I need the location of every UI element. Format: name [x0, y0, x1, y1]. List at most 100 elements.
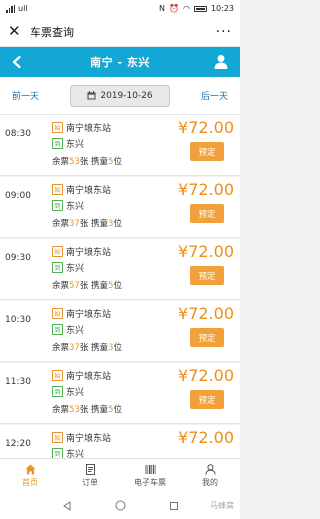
- date-picker[interactable]: 2019-10-26: [70, 84, 170, 107]
- recents-square-icon[interactable]: [169, 501, 179, 511]
- seat-info: 余票53张 携童5位: [52, 155, 122, 167]
- child-unit: 位: [113, 219, 122, 229]
- back-triangle-icon[interactable]: [62, 500, 72, 511]
- departure-time: 08:30: [5, 129, 31, 139]
- wechat-page-title: 车票查询: [30, 25, 74, 39]
- user-icon[interactable]: [214, 54, 228, 69]
- tab-home[interactable]: 首页: [0, 459, 60, 492]
- prev-day-link[interactable]: 前一天: [12, 89, 39, 102]
- back-icon[interactable]: [10, 55, 24, 69]
- tab-e-ticket-label: 电子车票: [134, 477, 166, 487]
- date-navigation: 前一天 2019-10-26 后一天: [0, 77, 240, 115]
- child-unit: 位: [113, 405, 122, 415]
- origin-tag: 始: [52, 308, 63, 319]
- android-nav-bar: [0, 492, 240, 519]
- destination-name: 东兴: [66, 326, 85, 336]
- status-bar: ull N ⏰ ◠ 10:23: [0, 0, 240, 17]
- origin-station: 始南宁埌东站: [52, 245, 111, 258]
- origin-tag: 始: [52, 122, 63, 133]
- destination-name: 东兴: [66, 140, 85, 150]
- origin-station: 始南宁埌东站: [52, 121, 111, 134]
- selected-date: 2019-10-26: [100, 90, 153, 101]
- book-button[interactable]: 预定: [190, 204, 224, 223]
- destination-tag: 到: [52, 386, 63, 397]
- ticket-price: ¥72.00: [178, 180, 234, 199]
- origin-name: 南宁埌东站: [66, 124, 112, 134]
- origin-tag: 始: [52, 246, 63, 257]
- book-button[interactable]: 预定: [190, 142, 224, 161]
- origin-station: 始南宁埌东站: [52, 307, 111, 320]
- departure-time: 12:20: [5, 439, 31, 449]
- tab-orders[interactable]: 订单: [60, 459, 120, 492]
- child-label: 张 携童: [79, 281, 109, 291]
- destination-station: 到东兴: [52, 385, 84, 398]
- home-circle-icon[interactable]: [115, 500, 126, 511]
- seat-info: 余票37张 携童3位: [52, 217, 122, 229]
- seat-info: 余票53张 携童5位: [52, 403, 122, 415]
- user-icon: [205, 463, 215, 475]
- signal-icon: [6, 4, 15, 13]
- tab-home-label: 首页: [22, 477, 38, 487]
- seat-info: 余票57张 携童5位: [52, 279, 122, 291]
- destination-name: 东兴: [66, 264, 85, 274]
- route-title: 南宁 - 东兴: [90, 56, 150, 69]
- ticket-row: 09:00 始南宁埌东站 到东兴 余票37张 携童3位 ¥72.00 预定: [0, 177, 240, 238]
- tab-profile[interactable]: 我的: [180, 459, 240, 492]
- child-unit: 位: [113, 281, 122, 291]
- destination-tag: 到: [52, 138, 63, 149]
- ticket-row: 09:30 始南宁埌东站 到东兴 余票57张 携童5位 ¥72.00 预定: [0, 239, 240, 300]
- wifi-icon: ◠: [182, 4, 190, 13]
- book-button[interactable]: 预定: [190, 266, 224, 285]
- departure-time: 10:30: [5, 315, 31, 325]
- signal-text: ull: [18, 4, 28, 13]
- bottom-tab-bar: 首页 订单 电子车票 我的: [0, 458, 240, 492]
- origin-station: 始南宁埌东站: [52, 431, 111, 444]
- destination-tag: 到: [52, 200, 63, 211]
- status-left: ull: [6, 4, 28, 13]
- origin-tag: 始: [52, 184, 63, 195]
- remaining-count: 37: [69, 343, 80, 353]
- close-icon[interactable]: ✕: [8, 24, 24, 39]
- more-icon[interactable]: ···: [216, 24, 232, 40]
- book-button[interactable]: 预定: [190, 328, 224, 347]
- remaining-count: 53: [69, 405, 80, 415]
- status-right: N ⏰ ◠ 10:23: [159, 4, 234, 13]
- ticket-price: ¥72.00: [178, 366, 234, 385]
- remaining-label: 余票: [52, 281, 70, 291]
- origin-tag: 始: [52, 432, 63, 443]
- alarm-icon: ⏰: [168, 4, 179, 13]
- destination-tag: 到: [52, 324, 63, 335]
- order-icon: [85, 463, 95, 475]
- home-icon: [25, 464, 35, 474]
- child-unit: 位: [113, 157, 122, 167]
- child-label: 张 携童: [79, 405, 109, 415]
- departure-time: 09:00: [5, 191, 31, 201]
- destination-station: 到东兴: [52, 261, 84, 274]
- ticket-price: ¥72.00: [178, 428, 234, 447]
- origin-station: 始南宁埌东站: [52, 183, 111, 196]
- origin-station: 始南宁埌东站: [52, 369, 111, 382]
- child-unit: 位: [113, 343, 122, 353]
- wechat-title-bar: ✕ 车票查询 ···: [0, 17, 240, 47]
- calendar-icon: [87, 91, 96, 100]
- seat-info: 余票37张 携童3位: [52, 341, 122, 353]
- origin-tag: 始: [52, 370, 63, 381]
- remaining-count: 37: [69, 219, 80, 229]
- origin-name: 南宁埌东站: [66, 310, 112, 320]
- tab-orders-label: 订单: [82, 477, 98, 487]
- battery-icon: [193, 5, 207, 12]
- nfc-icon: N: [159, 4, 165, 13]
- ticket-icon: [145, 464, 155, 474]
- destination-station: 到东兴: [52, 199, 84, 212]
- tab-e-ticket[interactable]: 电子车票: [120, 459, 180, 492]
- departure-time: 09:30: [5, 253, 31, 263]
- ticket-row: 08:30 始南宁埌东站 到东兴 余票53张 携童5位 ¥72.00 预定: [0, 115, 240, 176]
- destination-name: 东兴: [66, 202, 85, 212]
- next-day-link[interactable]: 后一天: [201, 89, 228, 102]
- status-time: 10:23: [210, 4, 234, 13]
- child-label: 张 携童: [79, 219, 109, 229]
- ticket-price: ¥72.00: [178, 304, 234, 323]
- ticket-price: ¥72.00: [178, 242, 234, 261]
- book-button[interactable]: 预定: [190, 390, 224, 409]
- watermark: 马蜂窝: [210, 501, 234, 510]
